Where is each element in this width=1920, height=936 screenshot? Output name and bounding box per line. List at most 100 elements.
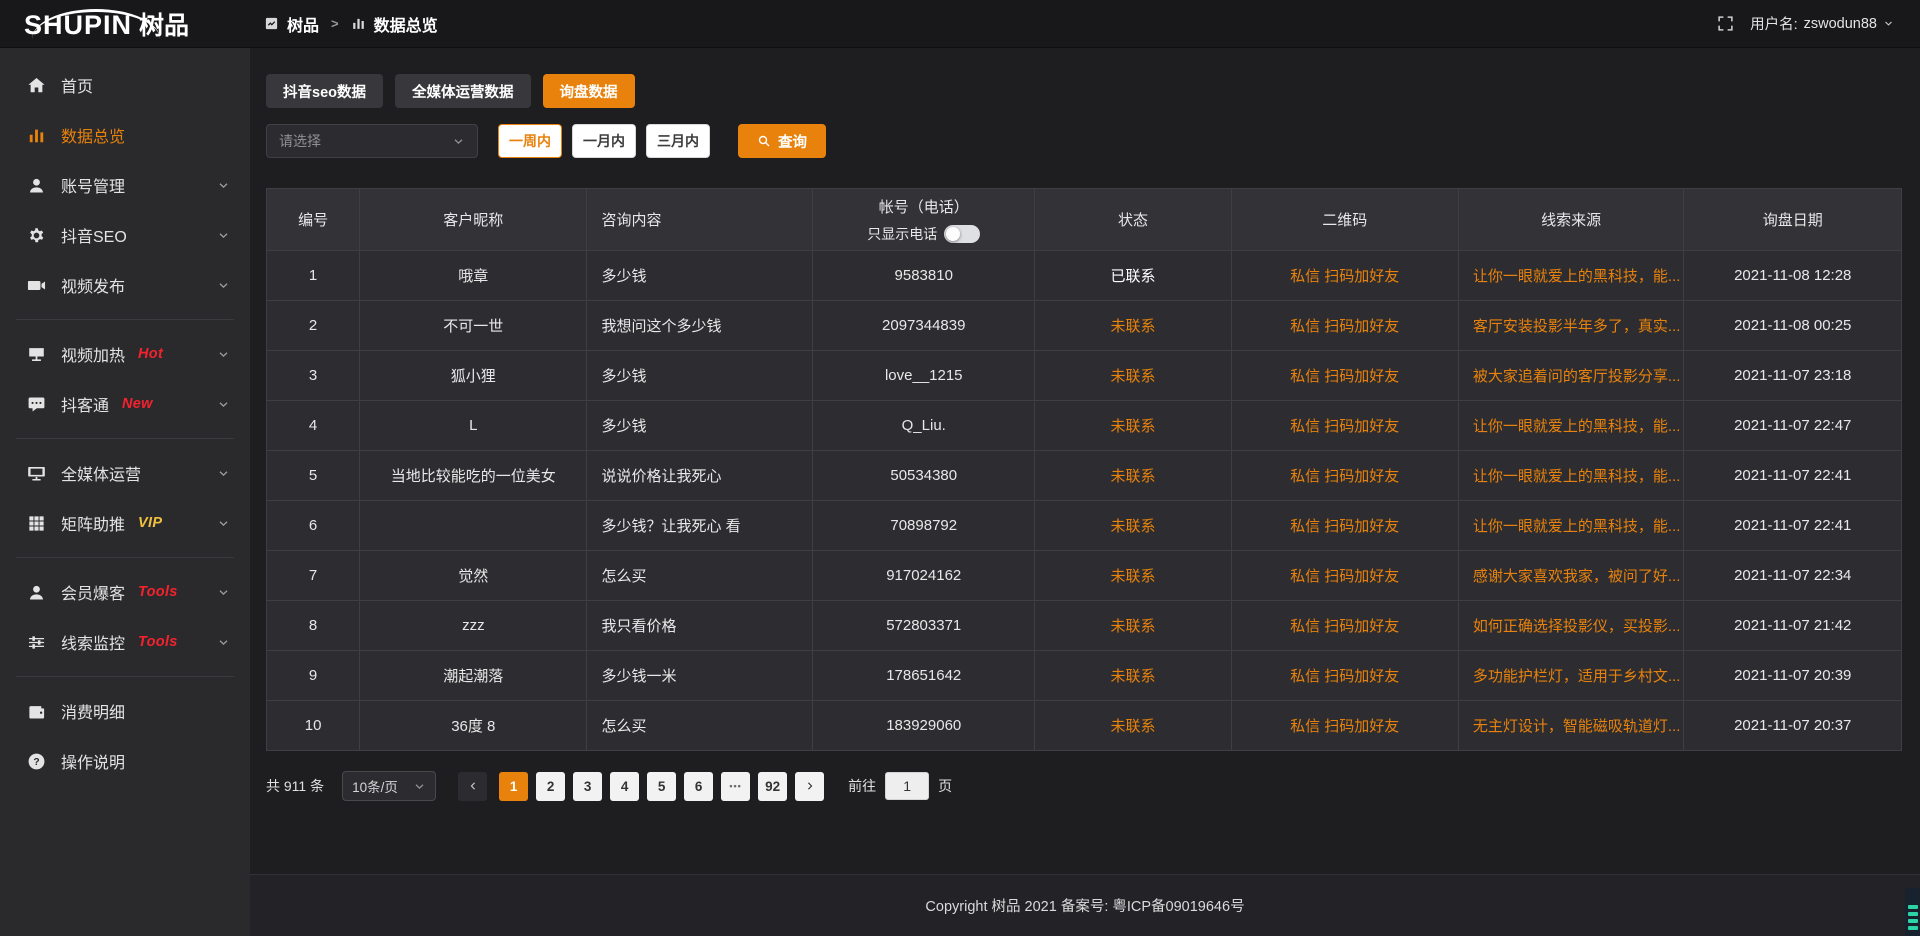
page-button-3[interactable]: 3 — [573, 772, 602, 801]
cell-consult: 怎么买 — [587, 551, 813, 601]
page-button-6[interactable]: 6 — [684, 772, 713, 801]
qrcode-link[interactable]: 私信 扫码加好友 — [1290, 268, 1399, 285]
qrcode-link[interactable]: 私信 扫码加好友 — [1290, 468, 1399, 485]
source-link[interactable]: 感谢大家喜欢我家，被问了好... — [1473, 568, 1681, 585]
qrcode-link[interactable]: 私信 扫码加好友 — [1290, 718, 1399, 735]
username: zswodun88 — [1804, 16, 1877, 32]
tab-douyin-seo-data[interactable]: 抖音seo数据 — [266, 74, 383, 108]
qrcode-link[interactable]: 私信 扫码加好友 — [1290, 318, 1399, 335]
sidebar-item-label: 操作说明 — [61, 749, 125, 773]
source-link[interactable]: 被大家追着问的客厅投影分享... — [1473, 368, 1681, 385]
table-row: 10 36度 8 怎么买 183929060 未联系 私信 扫码加好友 无主灯设… — [267, 701, 1902, 751]
source-link[interactable]: 让你一眼就爱上的黑科技，能... — [1473, 418, 1681, 435]
breadcrumb-root[interactable]: 树品 — [287, 12, 319, 36]
fullscreen-icon[interactable] — [1717, 15, 1734, 32]
range-three-month-button[interactable]: 三月内 — [646, 124, 710, 158]
cell-account: 917024162 — [813, 551, 1035, 601]
sidebar-item-member-burst[interactable]: 会员爆客 Tools — [0, 567, 250, 617]
cell-date: 2021-11-07 20:37 — [1684, 701, 1902, 751]
cell-source: 让你一眼就爱上的黑科技，能... — [1458, 451, 1684, 501]
chevron-down-icon — [217, 467, 230, 480]
qrcode-link[interactable]: 私信 扫码加好友 — [1290, 418, 1399, 435]
more-pages-button[interactable]: ••• — [721, 772, 750, 801]
range-one-week-button[interactable]: 一周内 — [498, 124, 562, 158]
cell-qrcode: 私信 扫码加好友 — [1231, 451, 1458, 501]
search-button[interactable]: 查询 — [738, 124, 826, 158]
vip-badge: VIP — [138, 515, 162, 531]
page-button-1[interactable]: 1 — [499, 772, 528, 801]
sidebar-item-douketong[interactable]: 抖客通 New — [0, 379, 250, 429]
phone-only-toggle[interactable] — [944, 225, 980, 243]
col-header-date: 询盘日期 — [1684, 189, 1902, 251]
cell-status: 未联系 — [1035, 551, 1231, 601]
source-link[interactable]: 如何正确选择投影仪，买投影... — [1473, 618, 1681, 635]
cell-nickname: 觉然 — [360, 551, 587, 601]
col-header-source: 线索来源 — [1458, 189, 1684, 251]
page-footer: Copyright 树品 2021 备案号: 粤ICP备09019646号 — [250, 874, 1920, 936]
sidebar-item-matrix-boost[interactable]: 矩阵助推 VIP — [0, 498, 250, 548]
sidebar-item-account-management[interactable]: 账号管理 — [0, 160, 250, 210]
range-one-month-button[interactable]: 一月内 — [572, 124, 636, 158]
cell-qrcode: 私信 扫码加好友 — [1231, 651, 1458, 701]
cell-nickname: L — [360, 401, 587, 451]
chevron-down-icon — [217, 348, 230, 361]
cell-date: 2021-11-07 21:42 — [1684, 601, 1902, 651]
table-row: 5 当地比较能吃的一位美女 说说价格让我死心 50534380 未联系 私信 扫… — [267, 451, 1902, 501]
bar-chart-icon — [27, 126, 46, 145]
sidebar-item-video-publish[interactable]: 视频发布 — [0, 260, 250, 310]
page-button-92[interactable]: 92 — [758, 772, 787, 801]
sidebar-item-lead-monitor[interactable]: 线索监控 Tools — [0, 617, 250, 667]
sidebar-item-video-heat[interactable]: 视频加热 Hot — [0, 329, 250, 379]
sidebar-item-data-overview[interactable]: 数据总览 — [0, 110, 250, 160]
col-header-qrcode: 二维码 — [1231, 189, 1458, 251]
sidebar-divider — [16, 557, 234, 558]
cell-nickname: zzz — [360, 601, 587, 651]
toggle-knob — [946, 227, 960, 241]
source-link[interactable]: 让你一眼就爱上的黑科技，能... — [1473, 268, 1681, 285]
sidebar-item-douyin-seo[interactable]: 抖音SEO — [0, 210, 250, 260]
next-page-button[interactable] — [795, 772, 824, 801]
source-link[interactable]: 多功能护栏灯，适用于乡村文... — [1473, 668, 1681, 685]
tab-inquiry-data[interactable]: 询盘数据 — [543, 74, 635, 108]
user-icon — [27, 583, 46, 602]
user-menu[interactable]: 用户名: zswodun88 — [1750, 13, 1894, 34]
sidebar-item-operation-guide[interactable]: 操作说明 — [0, 736, 250, 786]
qrcode-link[interactable]: 私信 扫码加好友 — [1290, 518, 1399, 535]
goto-label: 前往 — [848, 776, 876, 796]
tab-media-operation-data[interactable]: 全媒体运营数据 — [395, 74, 531, 108]
breadcrumb-current: 数据总览 — [374, 12, 438, 36]
floating-widget[interactable] — [1905, 888, 1920, 936]
source-link[interactable]: 无主灯设计，智能磁吸轨道灯... — [1473, 718, 1681, 735]
tools-badge: Tools — [138, 634, 178, 650]
account-select[interactable]: 请选择 — [266, 124, 478, 158]
prev-page-button[interactable] — [458, 772, 487, 801]
username-label: 用户名: — [1750, 13, 1798, 34]
cell-status: 未联系 — [1035, 501, 1231, 551]
page-size-select[interactable]: 10条/页 — [342, 771, 436, 801]
qrcode-link[interactable]: 私信 扫码加好友 — [1290, 568, 1399, 585]
source-link[interactable]: 让你一眼就爱上的黑科技，能... — [1473, 468, 1681, 485]
sidebar-item-home[interactable]: 首页 — [0, 60, 250, 110]
monitor-icon — [27, 464, 46, 483]
sidebar-item-consumption-detail[interactable]: 消费明细 — [0, 686, 250, 736]
cell-id: 8 — [267, 601, 360, 651]
goto-page-input[interactable] — [885, 772, 929, 800]
filter-bar: 请选择 一周内 一月内 三月内 查询 — [266, 124, 1902, 158]
cell-consult: 多少钱 — [587, 401, 813, 451]
page-button-2[interactable]: 2 — [536, 772, 565, 801]
sidebar-item-media-operation[interactable]: 全媒体运营 — [0, 448, 250, 498]
qrcode-link[interactable]: 私信 扫码加好友 — [1290, 668, 1399, 685]
sidebar-item-label: 首页 — [61, 73, 93, 97]
goto-suffix: 页 — [938, 776, 952, 796]
new-badge: New — [122, 396, 153, 412]
source-link[interactable]: 客厅安装投影半年多了，真实... — [1473, 318, 1681, 335]
goto-page: 前往 页 — [848, 772, 952, 800]
user-icon — [27, 176, 46, 195]
table-row: 9 潮起潮落 多少钱一米 178651642 未联系 私信 扫码加好友 多功能护… — [267, 651, 1902, 701]
qrcode-link[interactable]: 私信 扫码加好友 — [1290, 618, 1399, 635]
source-link[interactable]: 让你一眼就爱上的黑科技，能... — [1473, 518, 1681, 535]
page-button-5[interactable]: 5 — [647, 772, 676, 801]
question-circle-icon — [27, 752, 46, 771]
page-button-4[interactable]: 4 — [610, 772, 639, 801]
qrcode-link[interactable]: 私信 扫码加好友 — [1290, 368, 1399, 385]
